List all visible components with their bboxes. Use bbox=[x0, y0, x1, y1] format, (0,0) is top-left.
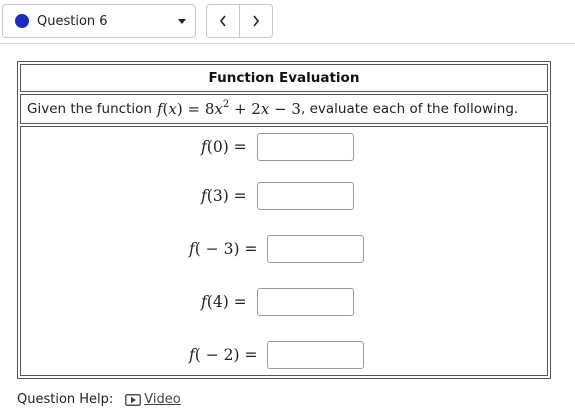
question-help-label: Question Help: bbox=[17, 392, 114, 407]
play-video-icon bbox=[125, 393, 142, 406]
divider bbox=[0, 43, 575, 44]
table-title-row: Function Evaluation bbox=[20, 64, 548, 92]
equation-lhs: f(3) = bbox=[201, 187, 247, 205]
equation-lhs: f( − 2) = bbox=[189, 346, 258, 364]
equation-row: f( − 2) = bbox=[189, 340, 365, 370]
table-title: Function Evaluation bbox=[208, 70, 360, 86]
prompt-text-before: Given the function bbox=[27, 101, 152, 117]
question-help: Question Help: Video bbox=[17, 392, 181, 407]
next-question-button[interactable] bbox=[239, 5, 272, 37]
equation-lhs: f(0) = bbox=[201, 138, 247, 156]
question-select-label: Question 6 bbox=[37, 13, 108, 29]
prompt-text-after: , evaluate each of the following. bbox=[300, 101, 519, 117]
answer-input-2[interactable] bbox=[256, 182, 354, 210]
answer-input-5[interactable] bbox=[267, 341, 365, 369]
answer-input-3[interactable] bbox=[267, 235, 365, 263]
video-link-label: Video bbox=[144, 392, 181, 407]
table-answers-cell: f(0) = f(3) = f( − 3) = f(4) = f( − 2) = bbox=[20, 126, 548, 376]
equation-lhs: f( − 3) = bbox=[189, 240, 258, 258]
equation-row: f( − 3) = bbox=[189, 234, 365, 264]
chevron-right-icon bbox=[253, 15, 260, 27]
video-link[interactable]: Video bbox=[125, 392, 181, 407]
function-definition: f(x) = 8x2 + 2x − 3 bbox=[156, 99, 301, 119]
equation-lhs: f(4) = bbox=[201, 293, 247, 311]
equation-row: f(0) = bbox=[201, 132, 354, 162]
answer-input-1[interactable] bbox=[256, 133, 354, 161]
table-prompt-row: Given the function f(x) = 8x2 + 2x − 3 ,… bbox=[20, 94, 548, 124]
answer-input-4[interactable] bbox=[256, 288, 354, 316]
question-table: Function Evaluation Given the function f… bbox=[17, 61, 551, 379]
question-status-dot bbox=[15, 14, 29, 28]
question-nav bbox=[206, 4, 273, 38]
question-select[interactable]: Question 6 bbox=[2, 4, 196, 38]
equation-row: f(3) = bbox=[201, 181, 354, 211]
equation-row: f(4) = bbox=[201, 287, 354, 317]
chevron-left-icon bbox=[219, 15, 226, 27]
caret-down-icon bbox=[178, 19, 186, 24]
previous-question-button[interactable] bbox=[207, 5, 239, 37]
